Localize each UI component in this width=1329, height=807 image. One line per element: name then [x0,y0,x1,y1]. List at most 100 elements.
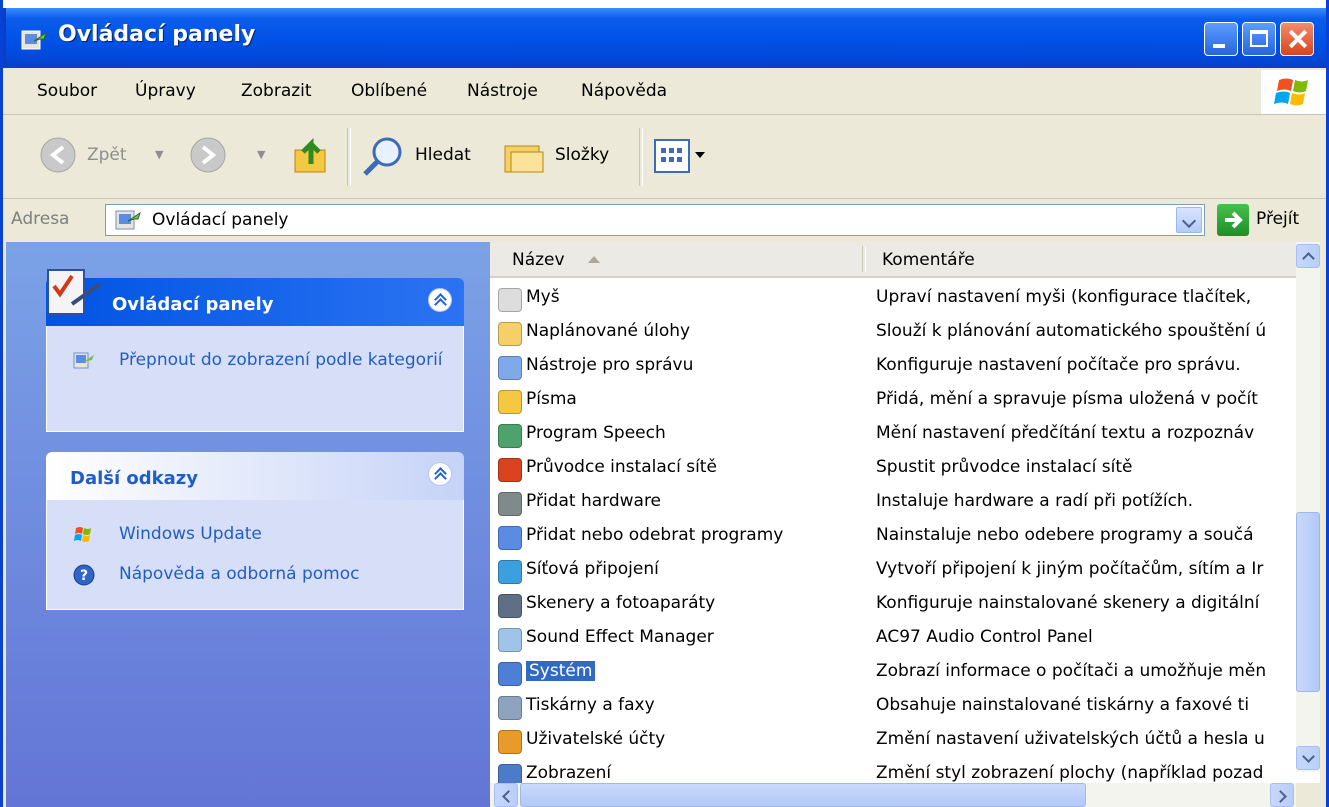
address-label: Adresa [11,209,70,229]
list-item[interactable]: Síťová připojení Vytvoří připojení k jiný… [490,554,1296,588]
list-item[interactable]: Program Speech Mění nastavení předčítání … [490,418,1296,452]
address-bar: Adresa Ovládací panely Přejít [3,200,1326,240]
list-item[interactable]: Myš Upraví nastavení myši (konfigurace tl… [490,282,1296,316]
vertical-scrollbar[interactable] [1296,242,1320,772]
minimize-button[interactable] [1204,22,1238,56]
item-name[interactable]: Systém [526,661,596,681]
back-arrow-icon[interactable] [39,136,77,174]
item-name[interactable]: Zobrazení [526,763,611,783]
menu-napoveda[interactable]: Nápověda [581,81,667,101]
toolbar-separator [639,128,643,186]
item-name[interactable]: Nástroje pro správu [526,355,693,375]
collapse-chevron-icon[interactable] [428,462,452,486]
item-comment: Instaluje hardware a radí při potížích. [876,491,1194,511]
resize-grip[interactable] [1296,783,1320,807]
folders-icon[interactable] [501,136,547,176]
windows-logo-icon [1261,70,1326,114]
item-name[interactable]: Uživatelské účty [526,729,665,749]
item-list: Název Komentáře Myš Upraví nastavení myši… [490,242,1320,807]
control-panel-task-panel: Ovládací panely Přepnout do zobrazení po… [46,269,464,432]
maximize-button[interactable] [1242,22,1276,56]
horizontal-scroll-thumb[interactable] [520,783,1086,807]
panel-header[interactable]: Další odkazy [46,452,464,500]
up-folder-icon[interactable] [291,134,333,176]
go-arrow-icon[interactable] [1217,204,1249,236]
go-button-label[interactable]: Přejít [1256,209,1299,229]
collapse-chevron-icon[interactable] [428,288,452,312]
list-item[interactable]: Systém Zobrazí informace o počítači a umo… [490,656,1296,690]
windows-update-link-text[interactable]: Windows Update [119,524,262,544]
list-item[interactable]: Přidat hardware Instaluje hardware a radí… [490,486,1296,520]
windows-update-link[interactable]: Windows Update [47,522,463,546]
item-comment: Konfiguruje nainstalované skenery a digi… [876,593,1260,613]
help-link-text[interactable]: Nápověda a odborná pomoc [119,564,359,584]
forward-arrow-icon[interactable] [189,136,227,174]
menu-oblibene[interactable]: Oblíbené [351,81,427,101]
menu-nastroje[interactable]: Nástroje [467,81,538,101]
panel-header[interactable]: Ovládací panely [46,269,464,326]
column-header-comment[interactable]: Komentáře [882,250,975,270]
list-item[interactable]: Sound Effect Manager AC97 Audio Control P… [490,622,1296,656]
close-button[interactable] [1280,22,1314,56]
list-rows: Myš Upraví nastavení myši (konfigurace tl… [490,282,1296,802]
address-dropdown-button[interactable] [1176,207,1202,233]
list-item[interactable]: Naplánované úlohy Slouží k plánování auto… [490,316,1296,350]
vertical-scroll-thumb[interactable] [1296,512,1320,692]
item-name[interactable]: Naplánované úlohy [526,321,690,341]
scroll-down-button[interactable] [1296,746,1320,770]
scroll-left-button[interactable] [494,783,518,807]
item-name[interactable]: Síťová připojení [526,559,659,579]
list-item[interactable]: Tiskárny a faxy Obsahuje nainstalované ti… [490,690,1296,724]
item-comment: Upraví nastavení myši (konfigurace tlačí… [876,287,1252,307]
help-support-link[interactable]: ? Nápověda a odborná pomoc [47,562,463,586]
item-name[interactable]: Přidat nebo odebrat programy [526,525,783,545]
item-comment: Obsahuje nainstalované tiskárny a faxové… [876,695,1250,715]
list-item[interactable]: Průvodce instalací sítě Spustit průvodce … [490,452,1296,486]
views-icon[interactable] [653,138,709,174]
scroll-up-button[interactable] [1296,244,1320,268]
panel-body: Windows Update ? Nápověda a odborná pomo… [46,500,464,610]
add-hardware-icon [498,492,522,516]
search-button-label[interactable]: Hledat [415,145,471,165]
folders-button-label[interactable]: Složky [555,145,609,165]
item-name[interactable]: Skenery a fotoaparáty [526,593,715,613]
column-header-name[interactable]: Název [512,250,565,270]
switch-category-view-link[interactable]: Přepnout do zobrazení podle kategorií [47,348,449,372]
list-item[interactable]: Uživatelské účty Změní nastavení uživatel… [490,724,1296,758]
switch-view-link-text[interactable]: Přepnout do zobrazení podle kategorií [119,350,443,370]
address-field[interactable]: Ovládací panely [105,204,1205,236]
top-edge [3,0,1326,8]
scroll-right-button[interactable] [1270,783,1294,807]
item-name[interactable]: Tiskárny a faxy [526,695,655,715]
search-icon[interactable] [361,134,407,178]
menu-bar: Soubor Úpravy Zobrazit Oblíbené Nástroje… [3,70,1326,115]
item-name[interactable]: Přidat hardware [526,491,661,511]
list-item[interactable]: Skenery a fotoaparáty Konfiguruje nainsta… [490,588,1296,622]
column-divider[interactable] [862,246,866,272]
menu-zobrazit[interactable]: Zobrazit [241,81,312,101]
item-comment: Zobrazí informace o počítači a umožňuje … [876,661,1267,681]
back-dropdown-icon[interactable]: ▼ [155,148,163,161]
address-value[interactable]: Ovládací panely [152,210,289,230]
item-comment: Vytvoří připojení k jiným počítačům, sít… [876,559,1264,579]
item-name[interactable]: Sound Effect Manager [526,627,714,647]
list-item[interactable]: Nástroje pro správu Konfiguruje nastavení… [490,350,1296,384]
item-name[interactable]: Myš [526,287,560,307]
speech-icon [498,424,522,448]
title-bar[interactable]: Ovládací panely [3,8,1326,68]
forward-dropdown-icon[interactable]: ▼ [257,148,265,161]
add-remove-programs-icon [498,526,522,550]
item-name[interactable]: Průvodce instalací sítě [526,457,717,477]
list-item[interactable]: Přidat nebo odebrat programy Nainstaluje … [490,520,1296,554]
item-name[interactable]: Písma [526,389,577,409]
window-title: Ovládací panely [58,22,256,47]
menu-soubor[interactable]: Soubor [37,81,97,101]
list-item[interactable]: Písma Přidá, mění a spravuje písma uložen… [490,384,1296,418]
task-pane: Ovládací panely Přepnout do zobrazení po… [6,242,490,807]
switch-view-icon [73,352,94,369]
scanner-camera-icon [498,594,522,618]
item-name[interactable]: Program Speech [526,423,666,443]
horizontal-scrollbar[interactable] [490,783,1296,807]
menu-upravy[interactable]: Úpravy [135,81,196,101]
back-button-label[interactable]: Zpět [87,145,127,165]
